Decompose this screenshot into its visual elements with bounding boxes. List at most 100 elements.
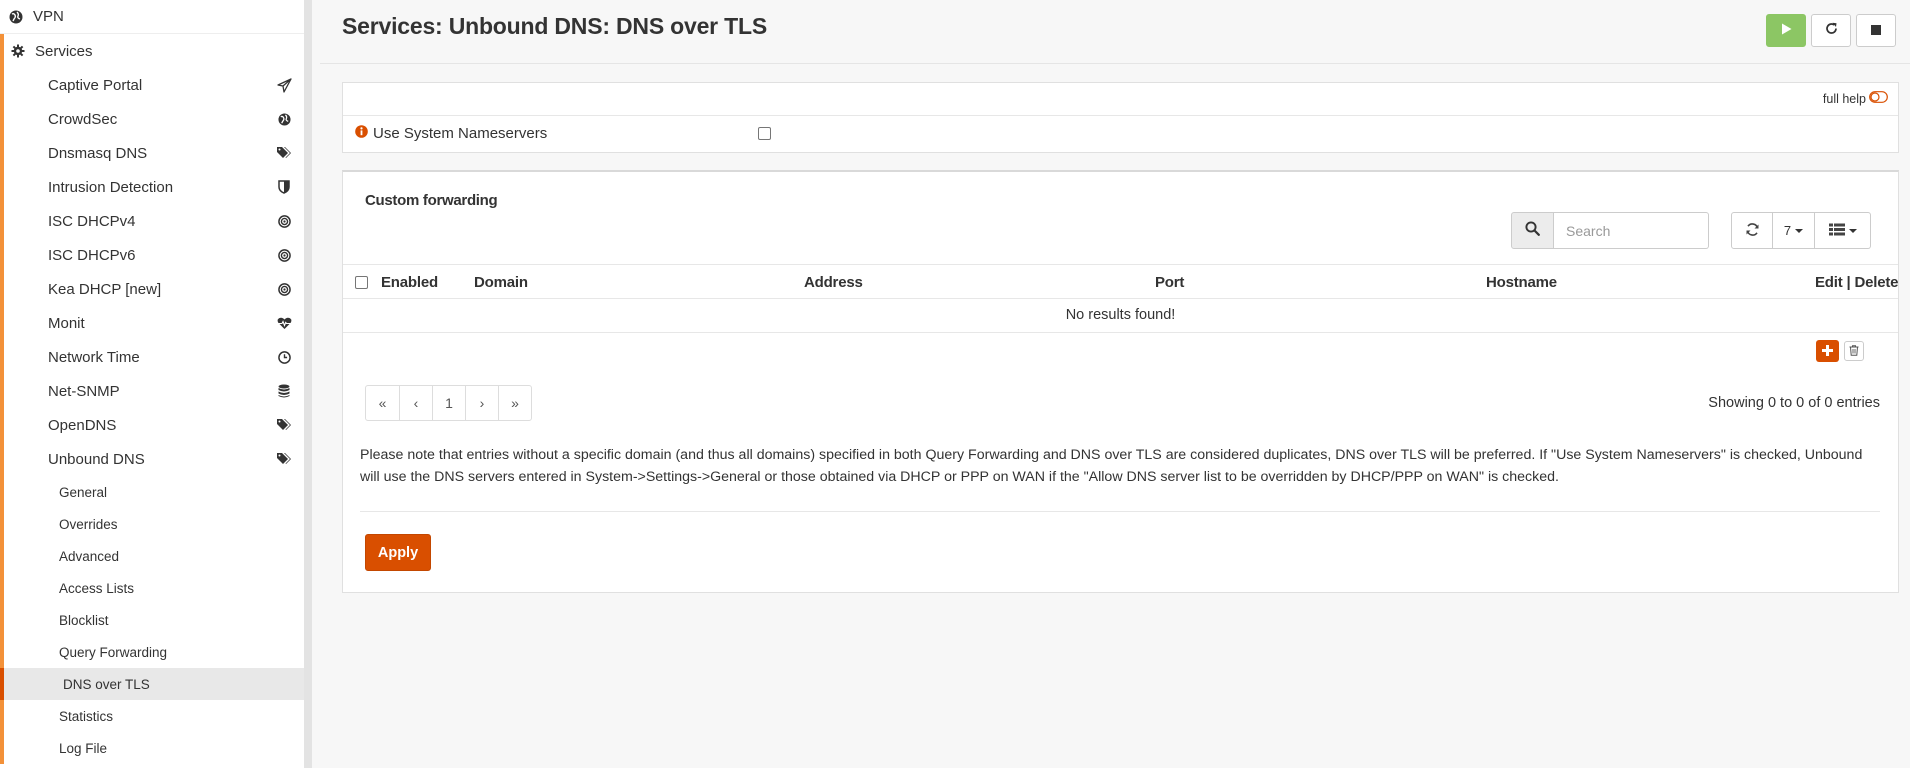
empty-table-message: No results found! [343, 299, 1898, 333]
start-service-button[interactable] [1766, 14, 1806, 47]
column-header-domain[interactable]: Domain [474, 274, 528, 291]
sidebar-item-label: Net-SNMP [48, 382, 120, 400]
search-button[interactable] [1511, 212, 1554, 249]
pagination: « ‹ 1 › » [365, 385, 532, 421]
search-input[interactable]: Search [1554, 212, 1709, 249]
globe-icon [276, 111, 292, 127]
refresh-icon [1745, 222, 1760, 240]
next-page-button[interactable]: › [465, 385, 499, 421]
sidebar-item-isc-dhcpv4[interactable]: ISC DHCPv4 [4, 204, 304, 238]
paper-plane-icon [276, 77, 292, 93]
sidebar-item-label: Kea DHCP [new] [48, 280, 162, 298]
list-icon [1828, 223, 1845, 239]
heartbeat-icon [276, 315, 292, 331]
use-system-nameservers-checkbox[interactable] [758, 127, 771, 140]
clock-icon [276, 349, 292, 365]
sidebar-subitem-general[interactable]: General [4, 476, 304, 508]
stop-service-button[interactable] [1856, 14, 1896, 47]
sidebar-item-vpn[interactable]: VPN [0, 0, 304, 34]
plus-icon [1822, 343, 1833, 360]
caret-down-icon [1848, 228, 1857, 233]
sidebar: VPN Services Captive Portal CrowdSec Dns… [0, 0, 312, 768]
page-title: Services: Unbound DNS: DNS over TLS [342, 13, 767, 39]
sidebar-subitem-blocklist[interactable]: Blocklist [4, 604, 304, 636]
rows-per-page-dropdown[interactable]: 7 [1773, 212, 1815, 249]
sidebar-item-dnsmasq-dns[interactable]: Dnsmasq DNS [4, 136, 304, 170]
restart-service-button[interactable] [1811, 14, 1851, 47]
bullseye-icon [276, 213, 292, 229]
sidebar-item-opendns[interactable]: OpenDNS [4, 408, 304, 442]
divider [343, 115, 1898, 116]
previous-page-button[interactable]: ‹ [399, 385, 433, 421]
table-header: Enabled Domain Address Port Hostname Edi… [343, 264, 1898, 299]
sidebar-subitem-label: Advanced [59, 548, 120, 564]
divider [360, 511, 1880, 512]
column-header-address[interactable]: Address [804, 274, 863, 291]
sidebar-item-captive-portal[interactable]: Captive Portal [4, 68, 304, 102]
custom-forwarding-panel: Custom forwarding Search 7 Enabled Domai… [342, 170, 1899, 593]
stop-icon [1871, 22, 1881, 39]
sidebar-item-isc-dhcpv6[interactable]: ISC DHCPv6 [4, 238, 304, 272]
rows-per-page-value: 7 [1783, 223, 1792, 238]
sidebar-subitem-log-file[interactable]: Log File [4, 732, 304, 764]
sidebar-subitem-label: DNS over TLS [63, 676, 150, 692]
sidebar-item-label: Captive Portal [48, 76, 143, 94]
column-header-port[interactable]: Port [1155, 274, 1184, 291]
sidebar-item-label: Intrusion Detection [48, 178, 174, 196]
sidebar-item-kea-dhcp[interactable]: Kea DHCP [new] [4, 272, 304, 306]
sidebar-subitem-label: Statistics [59, 708, 114, 724]
sidebar-subitem-statistics[interactable]: Statistics [4, 700, 304, 732]
help-note: Please note that entries without a speci… [360, 447, 1863, 485]
info-icon[interactable] [355, 125, 368, 142]
tags-icon [276, 417, 292, 433]
tags-icon [276, 145, 292, 161]
service-controls [1766, 14, 1896, 47]
refresh-icon [1825, 22, 1838, 39]
sidebar-item-label: Network Time [48, 348, 140, 366]
sidebar-item-network-time[interactable]: Network Time [4, 340, 304, 374]
sidebar-item-crowdsec[interactable]: CrowdSec [4, 102, 304, 136]
general-settings-panel: full help Use System Nameservers [342, 82, 1899, 153]
column-header-enabled[interactable]: Enabled [381, 274, 438, 291]
sidebar-item-label: Monit [48, 314, 85, 332]
shield-icon [276, 179, 292, 195]
column-selector-dropdown[interactable] [1815, 212, 1871, 249]
sidebar-subitem-query-forwarding[interactable]: Query Forwarding [4, 636, 304, 668]
grid-toolbar: 7 [1731, 212, 1871, 249]
play-icon [1781, 22, 1792, 39]
services-menu: Captive Portal CrowdSec Dnsmasq DNS Intr… [0, 68, 304, 764]
sidebar-subitem-overrides[interactable]: Overrides [4, 508, 304, 540]
sidebar-subitem-access-lists[interactable]: Access Lists [4, 572, 304, 604]
refresh-grid-button[interactable] [1731, 212, 1773, 249]
sidebar-item-label: ISC DHCPv6 [48, 246, 136, 264]
sidebar-item-label: VPN [33, 8, 64, 25]
sidebar-item-intrusion-detection[interactable]: Intrusion Detection [4, 170, 304, 204]
use-system-nameservers-label: Use System Nameservers [373, 125, 548, 142]
sidebar-subitem-label: Blocklist [59, 612, 109, 628]
trash-icon [1849, 343, 1859, 360]
column-header-edit-delete: Edit | Delete [1815, 274, 1899, 291]
apply-button[interactable]: Apply [365, 534, 431, 571]
sidebar-subitem-advanced[interactable]: Advanced [4, 540, 304, 572]
bullseye-icon [276, 247, 292, 263]
sidebar-item-monit[interactable]: Monit [4, 306, 304, 340]
sidebar-subitem-dns-over-tls[interactable]: DNS over TLS [0, 668, 304, 700]
sidebar-item-services[interactable]: Services [0, 34, 304, 68]
gear-icon [10, 44, 25, 59]
caret-down-icon [1795, 228, 1804, 233]
sidebar-item-unbound-dns[interactable]: Unbound DNS [4, 442, 304, 476]
sidebar-subitem-label: Access Lists [59, 580, 135, 596]
full-help-toggle[interactable]: full help [1823, 91, 1888, 106]
page-1-button[interactable]: 1 [432, 385, 466, 421]
sidebar-item-net-snmp[interactable]: Net-SNMP [4, 374, 304, 408]
column-header-hostname[interactable]: Hostname [1486, 274, 1557, 291]
sidebar-item-label: ISC DHCPv4 [48, 212, 136, 230]
first-page-button[interactable]: « [365, 385, 400, 421]
delete-selected-button[interactable] [1844, 341, 1864, 361]
sidebar-subitem-label: Query Forwarding [59, 644, 168, 660]
last-page-button[interactable]: » [498, 385, 532, 421]
add-entry-button[interactable] [1816, 340, 1839, 362]
select-all-checkbox[interactable] [355, 276, 368, 289]
use-system-nameservers-row: Use System Nameservers [355, 125, 547, 142]
globe-icon [8, 9, 23, 24]
